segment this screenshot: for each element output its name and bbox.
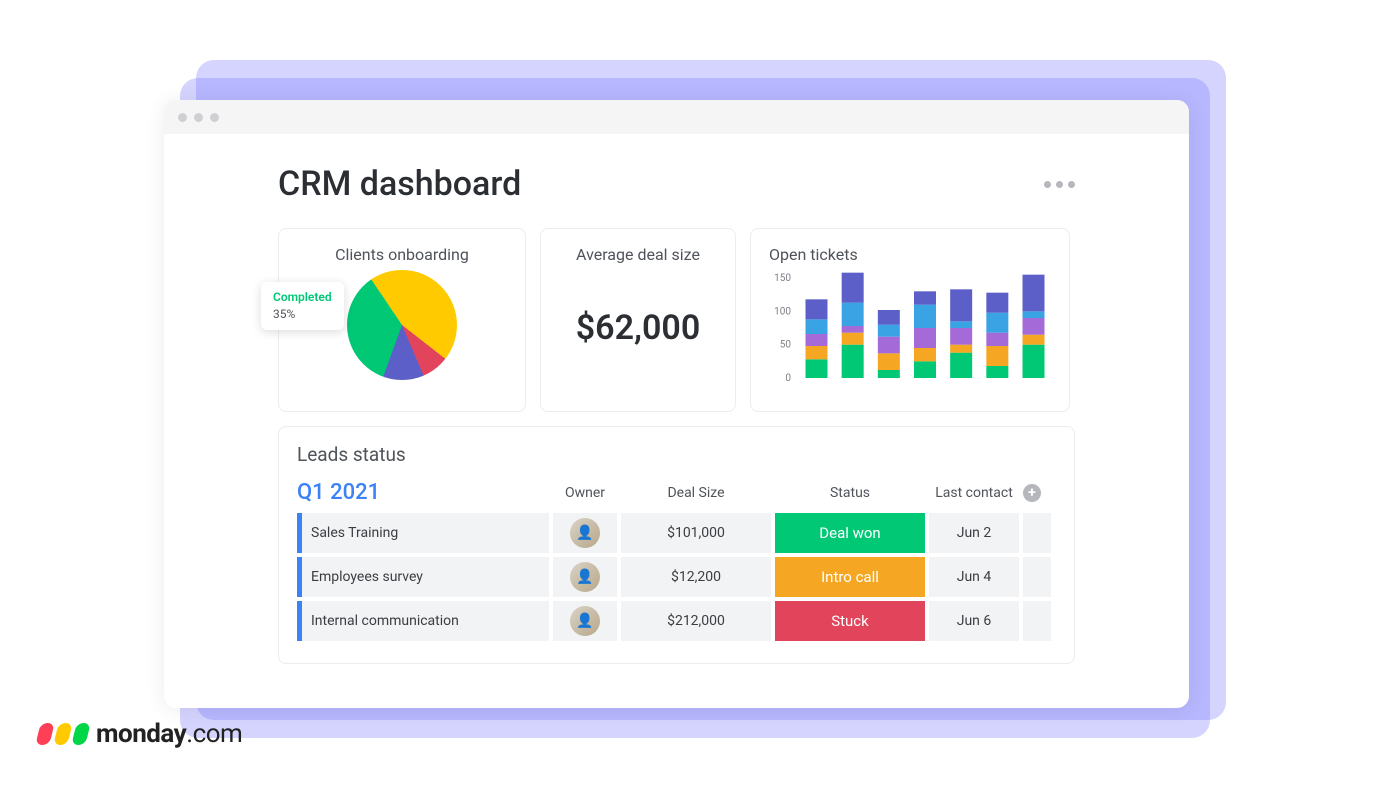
column-header-deal-size: Deal Size	[621, 485, 771, 501]
pie-tooltip: Completed 35%	[261, 282, 344, 330]
more-menu-icon[interactable]	[1044, 181, 1075, 188]
card-open-tickets[interactable]: Open tickets 0 50 100 150	[750, 228, 1070, 412]
pie-tooltip-value: 35%	[273, 307, 332, 321]
average-deal-value: $62,000	[559, 308, 717, 348]
app-window: CRM dashboard Clients onboarding Complet…	[164, 100, 1189, 708]
dashboard-content: CRM dashboard Clients onboarding Complet…	[164, 134, 1189, 664]
lead-last-contact-cell[interactable]: Jun 6	[929, 601, 1019, 641]
table-row[interactable]: Employees survey 👤 $12,200 Intro call Ju…	[297, 557, 1056, 597]
svg-text:50: 50	[780, 340, 792, 351]
lead-extra-cell[interactable]	[1023, 557, 1051, 597]
lead-last-contact-cell[interactable]: Jun 4	[929, 557, 1019, 597]
avatar: 👤	[570, 562, 600, 592]
open-tickets-bar-chart: 0 50 100 150	[769, 272, 1053, 392]
pie-tooltip-label: Completed	[273, 290, 332, 304]
lead-status-cell[interactable]: Stuck	[775, 601, 925, 641]
brand-logo: monday.com	[38, 719, 242, 749]
brand-text: monday.com	[96, 719, 242, 749]
leads-title: Leads status	[297, 443, 1056, 466]
lead-owner-cell[interactable]: 👤	[553, 557, 617, 597]
svg-text:0: 0	[785, 373, 791, 384]
lead-name-cell[interactable]: Sales Training	[297, 513, 549, 553]
lead-deal-size-cell[interactable]: $101,000	[621, 513, 771, 553]
brand-dot-icon	[71, 723, 90, 745]
brand-dot-icon	[53, 723, 72, 745]
lead-owner-cell[interactable]: 👤	[553, 513, 617, 553]
svg-text:150: 150	[774, 273, 791, 284]
brand-dot-icon	[35, 723, 54, 745]
card-leads-status: Leads status Q1 2021 Owner Deal Size Sta…	[278, 426, 1075, 664]
window-minimize-icon[interactable]	[194, 113, 203, 122]
lead-extra-cell[interactable]	[1023, 601, 1051, 641]
lead-name-cell[interactable]: Employees survey	[297, 557, 549, 597]
svg-text:100: 100	[774, 306, 791, 317]
card-average-deal-size[interactable]: Average deal size $62,000	[540, 228, 736, 412]
lead-status-cell[interactable]: Deal won	[775, 513, 925, 553]
card-title: Open tickets	[769, 245, 1051, 264]
lead-owner-cell[interactable]: 👤	[553, 601, 617, 641]
card-clients-onboarding[interactable]: Clients onboarding Completed 35%	[278, 228, 526, 412]
lead-name-cell[interactable]: Internal communication	[297, 601, 549, 641]
column-header-status: Status	[775, 485, 925, 501]
page-title: CRM dashboard	[278, 164, 521, 204]
leads-group-label[interactable]: Q1 2021	[297, 480, 549, 505]
lead-deal-size-cell[interactable]: $12,200	[621, 557, 771, 597]
avatar: 👤	[570, 606, 600, 636]
lead-last-contact-cell[interactable]: Jun 2	[929, 513, 1019, 553]
onboarding-pie-chart	[347, 270, 457, 380]
window-titlebar	[164, 100, 1189, 134]
add-column-button[interactable]: +	[1023, 484, 1041, 502]
lead-deal-size-cell[interactable]: $212,000	[621, 601, 771, 641]
window-close-icon[interactable]	[178, 113, 187, 122]
avatar: 👤	[570, 518, 600, 548]
table-row[interactable]: Internal communication 👤 $212,000 Stuck …	[297, 601, 1056, 641]
column-header-last-contact: Last contact	[929, 485, 1019, 501]
lead-extra-cell[interactable]	[1023, 513, 1051, 553]
card-title: Clients onboarding	[297, 245, 507, 264]
window-maximize-icon[interactable]	[210, 113, 219, 122]
lead-status-cell[interactable]: Intro call	[775, 557, 925, 597]
column-header-owner: Owner	[553, 485, 617, 501]
card-title: Average deal size	[559, 245, 717, 264]
table-row[interactable]: Sales Training 👤 $101,000 Deal won Jun 2	[297, 513, 1056, 553]
